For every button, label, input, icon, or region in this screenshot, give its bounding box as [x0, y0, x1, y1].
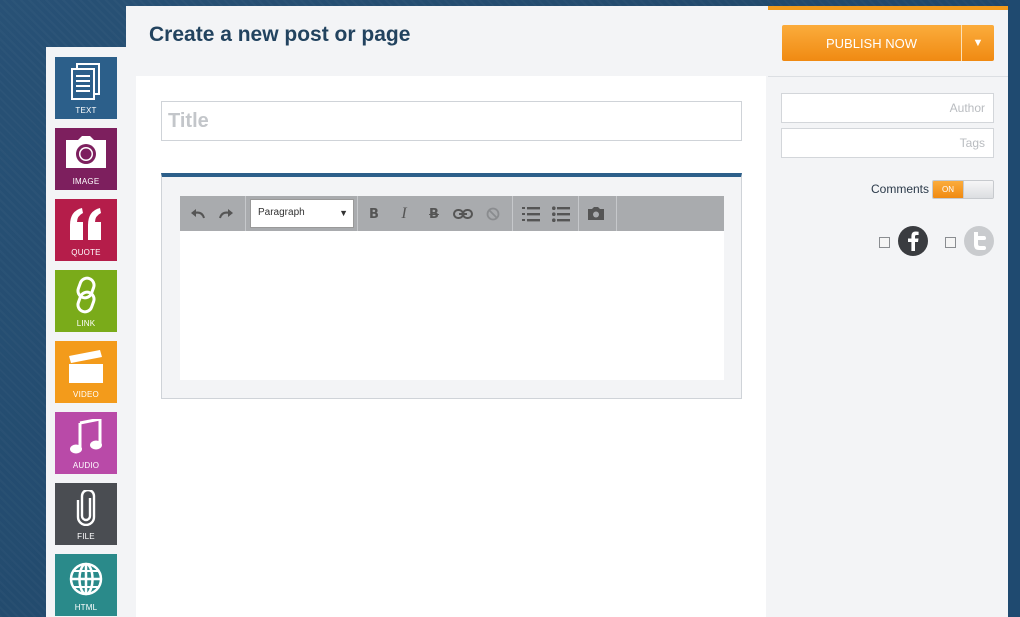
toolbar-separator: [357, 196, 358, 231]
camera-icon[interactable]: [586, 204, 606, 224]
toolbar-separator: [616, 196, 617, 231]
camera-icon: [55, 134, 117, 172]
tool-video[interactable]: VIDEO: [55, 341, 117, 403]
strikethrough-icon[interactable]: B: [424, 204, 444, 224]
page-title: Create a new post or page: [149, 23, 411, 46]
tool-label: VIDEO: [73, 390, 99, 399]
tool-label: FILE: [77, 532, 95, 541]
title-input[interactable]: [161, 101, 742, 141]
main-panel: Create a new post or page Paragraph ▼ B …: [126, 6, 768, 617]
author-input[interactable]: [781, 93, 994, 123]
clapperboard-icon: [55, 347, 117, 385]
tool-label: IMAGE: [72, 177, 100, 186]
facebook-share-checkbox[interactable]: [879, 237, 890, 248]
tool-label: QUOTE: [71, 248, 101, 257]
post-type-rail: TEXT IMAGE QUOTE LINK VIDEO AUDIO FILE H…: [46, 47, 126, 617]
ordered-list-icon[interactable]: [521, 204, 541, 224]
tool-label: AUDIO: [72, 461, 100, 470]
background-edge: [1008, 0, 1020, 617]
tool-link[interactable]: LINK: [55, 270, 117, 332]
twitter-icon[interactable]: [964, 226, 994, 256]
tool-label: HTML: [74, 603, 98, 612]
globe-icon: [55, 560, 117, 598]
caret-down-icon: ▼: [339, 208, 348, 218]
publish-options-button[interactable]: ▼: [961, 25, 994, 61]
undo-icon[interactable]: [188, 204, 208, 224]
rich-text-editor: Paragraph ▼ B I B: [161, 173, 742, 399]
unlink-icon[interactable]: [483, 204, 503, 224]
comments-label: Comments: [871, 182, 930, 196]
text-document-icon: [55, 63, 117, 101]
music-note-icon: [55, 418, 117, 456]
toolbar-separator: [578, 196, 579, 231]
tool-html[interactable]: HTML: [55, 554, 117, 616]
editor-body[interactable]: [180, 231, 724, 380]
tool-audio[interactable]: AUDIO: [55, 412, 117, 474]
toolbar-separator: [512, 196, 513, 231]
publish-label: PUBLISH NOW: [825, 35, 917, 51]
editor-card: Paragraph ▼ B I B: [136, 76, 766, 617]
tool-text[interactable]: TEXT: [55, 57, 117, 119]
format-select-value: Paragraph: [258, 207, 305, 218]
tool-file[interactable]: FILE: [55, 483, 117, 545]
comments-toggle[interactable]: ON: [932, 180, 994, 199]
twitter-share-checkbox[interactable]: [945, 237, 956, 248]
tags-input[interactable]: [781, 128, 994, 158]
toolbar-separator: [245, 196, 246, 231]
quote-icon: [55, 205, 117, 243]
tool-image[interactable]: IMAGE: [55, 128, 117, 190]
link-icon: [55, 276, 117, 314]
facebook-icon[interactable]: [898, 226, 928, 256]
paperclip-icon: [55, 489, 117, 527]
publish-sidebar: PUBLISH NOW ▼ Comments ON: [768, 6, 1008, 617]
format-select[interactable]: Paragraph ▼: [250, 199, 354, 228]
tool-label: TEXT: [75, 106, 97, 115]
redo-icon[interactable]: [216, 204, 236, 224]
unordered-list-icon[interactable]: [551, 204, 571, 224]
tool-quote[interactable]: QUOTE: [55, 199, 117, 261]
caret-down-icon: ▼: [972, 37, 984, 49]
publish-now-button[interactable]: PUBLISH NOW: [782, 25, 961, 61]
sidebar-divider: [768, 76, 1008, 77]
toggle-knob: [963, 181, 993, 198]
italic-icon[interactable]: I: [394, 204, 414, 224]
editor-toolbar: Paragraph ▼ B I B: [180, 196, 724, 231]
bold-icon[interactable]: B: [364, 204, 384, 224]
toggle-state: ON: [933, 181, 963, 198]
link-icon[interactable]: [453, 204, 473, 224]
tool-label: LINK: [76, 319, 96, 328]
